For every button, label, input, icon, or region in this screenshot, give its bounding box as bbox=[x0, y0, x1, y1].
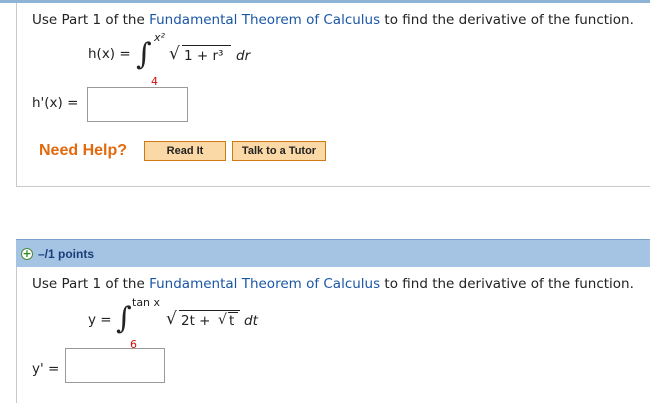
sqrt-icon: √ bbox=[169, 44, 180, 64]
differential: dt bbox=[244, 313, 258, 329]
prompt-text-end: to find the derivative of the function. bbox=[380, 12, 634, 28]
differential: dr bbox=[236, 48, 251, 64]
y-label: y = bbox=[88, 312, 112, 328]
question-2-panel: Use Part 1 of the Fundamental Theorem of… bbox=[16, 267, 650, 403]
integrand-part-a: 2t + bbox=[181, 313, 211, 329]
integral-sign: ∫ bbox=[116, 301, 132, 336]
read-it-label: Read It bbox=[166, 145, 204, 157]
answer-1-input[interactable] bbox=[87, 87, 188, 122]
prompt-text: Use Part 1 of the bbox=[32, 12, 150, 28]
sqrt-overbar bbox=[179, 310, 240, 311]
question-2-prompt: Use Part 1 of the Fundamental Theorem of… bbox=[32, 276, 634, 292]
sqrt-icon: √ bbox=[166, 309, 177, 329]
read-it-button[interactable]: Read It bbox=[144, 141, 226, 161]
upper-limit: x² bbox=[154, 31, 165, 44]
answer-2-label: y' = bbox=[32, 361, 60, 377]
prompt-text: Use Part 1 of the bbox=[32, 276, 150, 292]
need-help-label: Need Help? bbox=[39, 142, 128, 159]
upper-limit: tan x bbox=[132, 296, 161, 309]
ftc-link[interactable]: Fundamental Theorem of Calculus bbox=[149, 12, 380, 28]
prompt-text-end: to find the derivative of the function. bbox=[380, 276, 634, 292]
ftc-link[interactable]: Fundamental Theorem of Calculus bbox=[149, 276, 380, 292]
sqrt-overbar bbox=[182, 45, 231, 46]
points-label: –/1 points bbox=[38, 247, 95, 261]
talk-to-tutor-label: Talk to a Tutor bbox=[241, 145, 317, 157]
answer-2-input[interactable] bbox=[65, 348, 165, 383]
question-1-panel: Use Part 1 of the Fundamental Theorem of… bbox=[16, 3, 650, 187]
inner-sqrt-icon: √ bbox=[218, 312, 227, 328]
h-of-x-label: h(x) = bbox=[88, 46, 131, 62]
question-2-header: + –/1 points bbox=[16, 239, 650, 267]
integrand: 1 + r³ bbox=[184, 48, 224, 64]
expand-plus-icon[interactable]: + bbox=[21, 248, 33, 260]
talk-to-tutor-button[interactable]: Talk to a Tutor bbox=[232, 141, 326, 161]
answer-1-label: h'(x) = bbox=[32, 95, 79, 111]
integral-sign: ∫ bbox=[136, 37, 152, 72]
integrand-part-b: t bbox=[229, 313, 235, 329]
question-1-prompt: Use Part 1 of the Fundamental Theorem of… bbox=[32, 12, 634, 28]
